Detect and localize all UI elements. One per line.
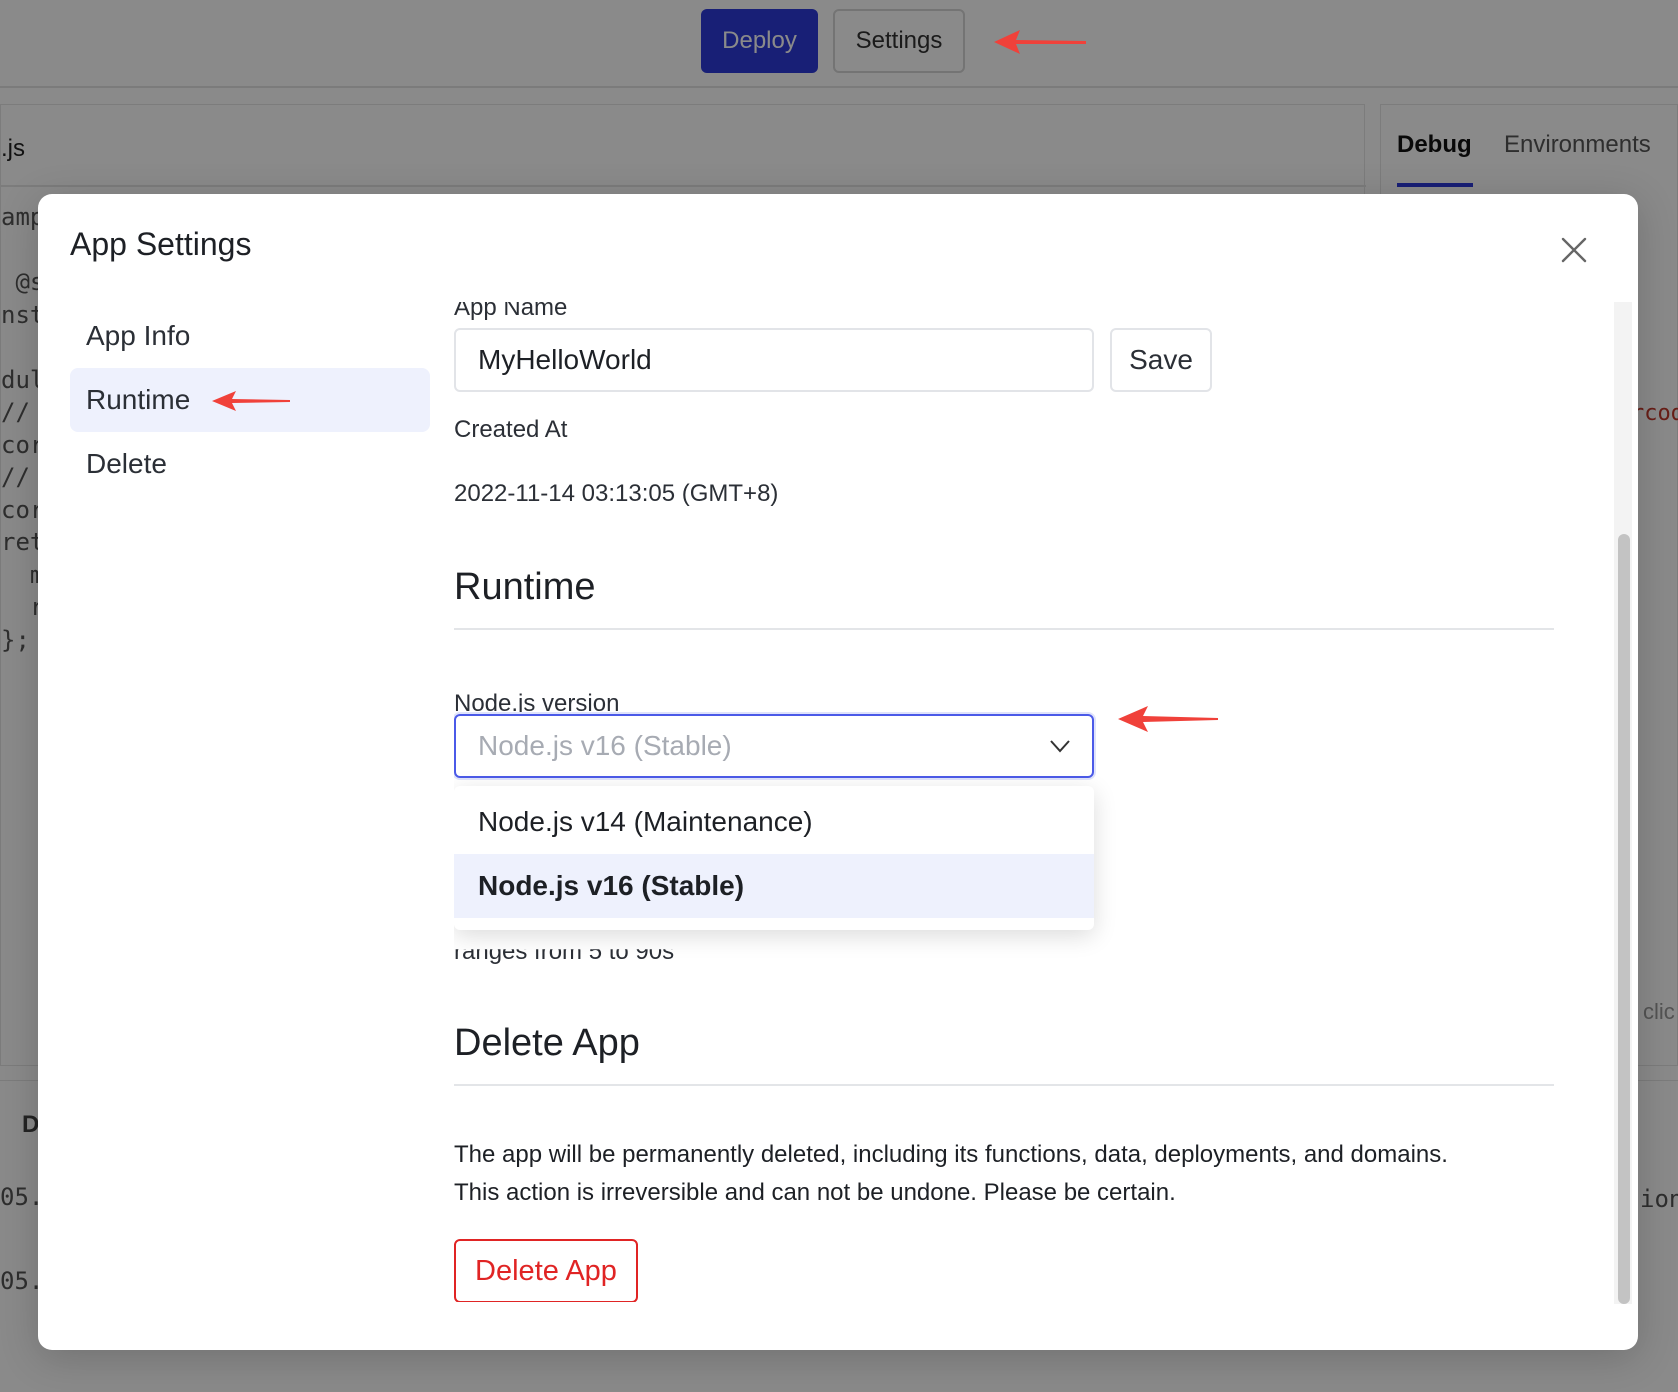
scrollbar[interactable]: [1614, 302, 1632, 1304]
annotation-arrow-icon: [1118, 706, 1218, 732]
app-name-input[interactable]: MyHelloWorld: [454, 328, 1094, 392]
dropdown-option-node14[interactable]: Node.js v14 (Maintenance): [454, 790, 1094, 854]
timeout-hint: ranges from 5 to 90s: [454, 938, 675, 965]
sidebar-item-label: Delete: [86, 448, 167, 479]
annotation-arrow-icon: [994, 30, 1086, 54]
sidebar-item-label: App Info: [86, 320, 191, 351]
divider: [454, 1084, 1554, 1086]
created-at-label: Created At: [454, 416, 568, 443]
save-button[interactable]: Save: [1110, 328, 1212, 392]
node-version-selected: Node.js v16 (Stable): [478, 730, 732, 761]
sidebar-item-delete[interactable]: Delete: [70, 432, 430, 496]
delete-section-title: Delete App: [454, 1022, 640, 1064]
created-at-value: 2022-11-14 03:13:05 (GMT+8): [454, 480, 779, 507]
node-version-dropdown: Node.js v14 (Maintenance) Node.js v16 (S…: [454, 786, 1094, 930]
settings-content[interactable]: App Name MyHelloWorld Save Created At 20…: [454, 302, 1612, 1302]
sidebar-item-label: Runtime: [86, 384, 191, 415]
scrollbar-thumb[interactable]: [1618, 534, 1630, 1304]
dropdown-option-node16[interactable]: Node.js v16 (Stable): [454, 854, 1094, 918]
sidebar-item-app-info[interactable]: App Info: [70, 304, 430, 368]
delete-warning-text: This action is irreversible and can not …: [454, 1179, 1176, 1206]
close-icon[interactable]: [1554, 230, 1594, 270]
annotation-arrow-icon: [212, 391, 290, 411]
modal-title: App Settings: [70, 226, 252, 262]
app-name-label: App Name: [454, 302, 568, 321]
runtime-section-title: Runtime: [454, 566, 596, 608]
divider: [454, 628, 1554, 630]
app-settings-modal: App Settings App Info Runtime Delete App…: [38, 194, 1638, 1350]
delete-app-button[interactable]: Delete App: [454, 1239, 638, 1302]
node-version-select[interactable]: Node.js v16 (Stable): [454, 714, 1094, 778]
chevron-down-icon: [1050, 740, 1070, 753]
delete-warning-text: The app will be permanently deleted, inc…: [454, 1141, 1448, 1168]
